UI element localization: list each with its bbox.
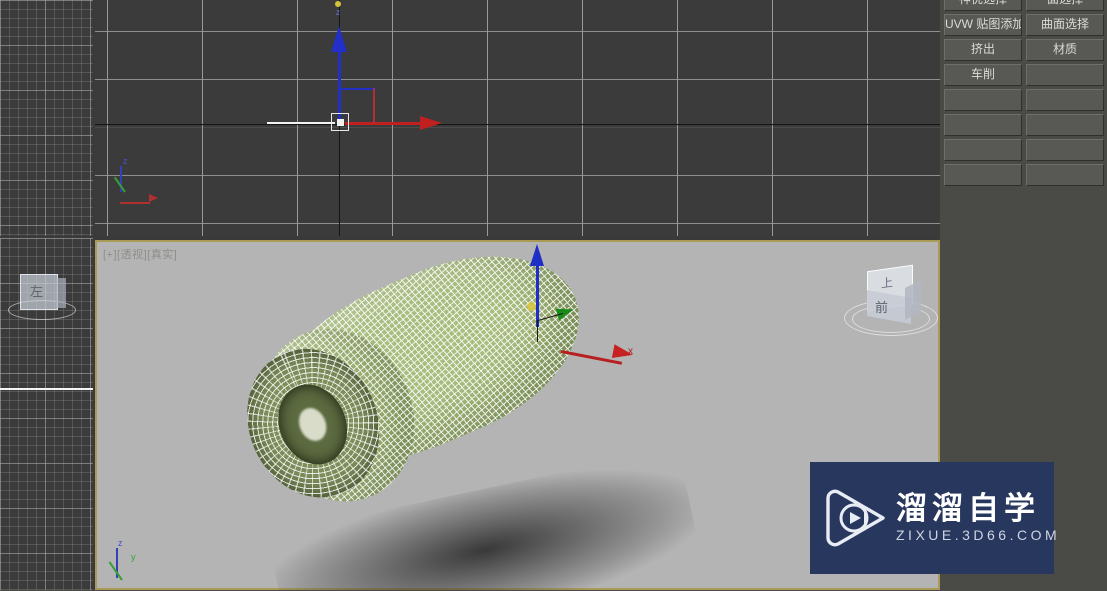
modifier-button-row: 车削	[944, 64, 1104, 86]
modifier-button-row	[944, 89, 1104, 111]
modifier-button-2-1[interactable]: 材质	[1026, 39, 1104, 61]
gizmo-persp-z-arrow[interactable]	[530, 244, 544, 266]
modifier-button-empty-7-1[interactable]	[1026, 164, 1104, 186]
modifier-button-1-0[interactable]: UVW 贴图添加	[944, 14, 1022, 36]
axis-tripod-front: z	[113, 156, 167, 206]
modifier-button-empty-5-1[interactable]	[1026, 114, 1104, 136]
viewport-left[interactable]: 左	[0, 238, 93, 590]
viewcube-label-front[interactable]: 前	[875, 297, 888, 316]
gizmo-x-plane-handle[interactable]	[373, 88, 375, 124]
watermark-overlay: 溜溜自学 ZIXUE.3D66.COM	[810, 462, 1057, 574]
modifier-button-0-0[interactable]: 神优选择	[944, 0, 1022, 11]
grid-major	[0, 0, 93, 236]
modifier-button-empty-4-1[interactable]	[1026, 89, 1104, 111]
gizmo-z-axis[interactable]	[338, 44, 341, 122]
3dsmax-window: z z 左 [+][透视][真实] x 上 前 z y UVW 贴图添加 曲面选…	[0, 0, 1107, 590]
gizmo-x-axis[interactable]	[345, 122, 423, 125]
tripod-z-label: z	[118, 538, 123, 548]
gizmo-center[interactable]	[331, 113, 349, 131]
modifier-button-2-0[interactable]: 挤出	[944, 39, 1022, 61]
modifier-button-row	[944, 139, 1104, 161]
gizmo-x-arrow[interactable]	[420, 116, 442, 130]
viewport-area: z z 左 [+][透视][真实] x 上 前 z y	[0, 0, 940, 590]
gizmo-z-arrow[interactable]	[331, 26, 347, 52]
modifier-button-1-1[interactable]: 曲面选择	[1026, 14, 1104, 36]
tripod-y-label: y	[131, 552, 136, 562]
gizmo-xz-plane-handle[interactable]	[339, 88, 376, 90]
watermark-url: ZIXUE.3D66.COM	[896, 527, 1061, 543]
modifier-button-empty-7-0[interactable]	[944, 164, 1022, 186]
modifier-button-empty-6-1[interactable]	[1026, 139, 1104, 161]
modifier-button-empty-4-0[interactable]	[944, 89, 1022, 111]
modifier-button-grid: 神优选择面选择UVW 贴图添加曲面选择挤出材质车削	[944, 0, 1104, 189]
modifier-button-empty-5-0[interactable]	[944, 114, 1022, 136]
modifier-button-empty-6-0[interactable]	[944, 139, 1022, 161]
viewcube-left[interactable]: 左	[8, 274, 76, 322]
viewcube-perspective[interactable]: 上 前	[843, 264, 938, 340]
gizmo-persp-x-label: x	[628, 346, 633, 357]
modifier-button-row	[944, 114, 1104, 136]
modifier-button-0-1[interactable]: 面选择	[1026, 0, 1104, 11]
modifier-button-empty-3-1[interactable]	[1026, 64, 1104, 86]
modifier-button-3-0[interactable]: 车削	[944, 64, 1022, 86]
axis-tripod-perspective: z y	[108, 538, 159, 584]
modifier-button-row: 神优选择面选择	[944, 0, 1104, 11]
viewport-top-left[interactable]	[0, 0, 93, 236]
viewport-label-perspective: [+][透视][真实]	[103, 249, 178, 261]
modifier-button-row	[944, 164, 1104, 186]
viewport-front[interactable]: z z	[95, 0, 940, 236]
watermark-title-cn: 溜溜自学	[896, 491, 1040, 526]
watermark-play-logo-icon	[826, 489, 888, 547]
viewcube-label-top[interactable]: 上	[881, 273, 893, 292]
watermark-text: 溜溜自学 ZIXUE.3D66.COM	[896, 492, 1060, 544]
modifier-button-row: 挤出 材质	[944, 39, 1104, 61]
modifier-button-row: UVW 贴图添加 曲面选择	[944, 14, 1104, 36]
gizmo-persp-z-axis[interactable]	[536, 265, 539, 327]
